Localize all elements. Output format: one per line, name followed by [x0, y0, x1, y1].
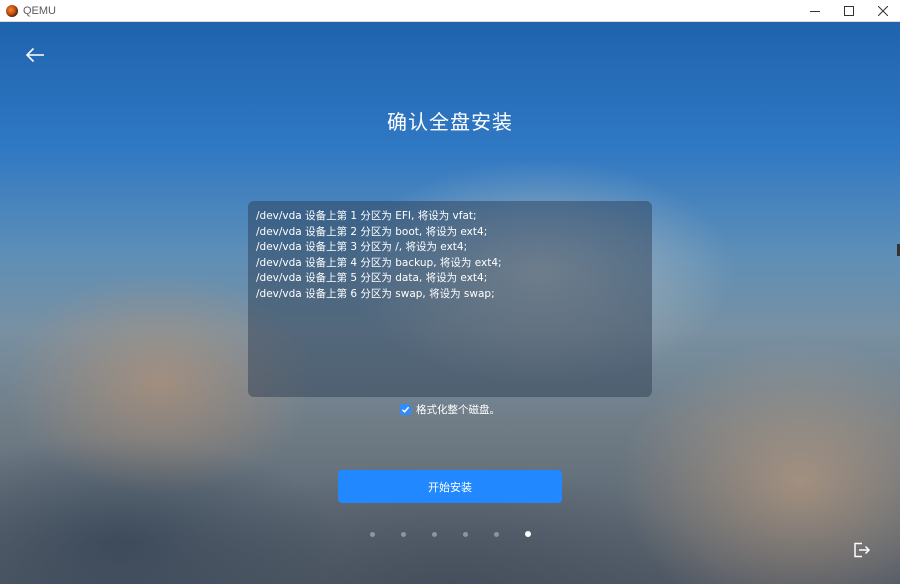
page-title: 确认全盘安装: [387, 110, 513, 134]
arrow-left-icon: [25, 47, 44, 63]
step-dot: [462, 531, 468, 537]
format-disk-label[interactable]: 格式化整个磁盘。: [416, 402, 500, 417]
window-controls: [798, 0, 900, 22]
partition-line: /dev/vda 设备上第 4 分区为 backup, 将设为 ext4;: [256, 256, 502, 269]
partition-line: /dev/vda 设备上第 6 分区为 swap, 将设为 swap;: [256, 287, 495, 300]
partition-line: /dev/vda 设备上第 2 分区为 boot, 将设为 ext4;: [256, 225, 488, 238]
installer-main: 确认全盘安装 /dev/vda 设备上第 1 分区为 EFI, 将设为 vfat…: [0, 22, 900, 584]
window-title: QEMU: [23, 4, 56, 17]
window-title-bar: QEMU: [0, 0, 900, 22]
exit-button[interactable]: [852, 541, 872, 559]
partition-line: /dev/vda 设备上第 5 分区为 data, 将设为 ext4;: [256, 272, 488, 285]
checkmark-icon: [401, 406, 410, 413]
minimize-button[interactable]: [798, 0, 832, 22]
close-icon: [878, 6, 888, 16]
qemu-app-icon: [6, 4, 18, 17]
start-install-button[interactable]: 开始安装: [338, 470, 562, 503]
partition-line: /dev/vda 设备上第 1 分区为 EFI, 将设为 vfat;: [256, 210, 477, 222]
minimize-icon: [810, 11, 820, 12]
back-button[interactable]: [24, 44, 46, 66]
step-indicator: [0, 531, 900, 537]
format-disk-checkbox[interactable]: [400, 404, 411, 415]
maximize-button[interactable]: [832, 0, 866, 22]
exit-icon: [854, 542, 871, 558]
step-dot: [431, 531, 437, 537]
format-disk-option: 格式化整个磁盘。: [0, 402, 900, 417]
close-button[interactable]: [866, 0, 900, 22]
maximize-icon: [844, 6, 854, 16]
partition-summary-box: /dev/vda 设备上第 1 分区为 EFI, 将设为 vfat; /dev/…: [248, 201, 652, 397]
partition-line: /dev/vda 设备上第 3 分区为 /, 将设为 ext4;: [256, 241, 468, 254]
step-dot: [400, 531, 406, 537]
step-dot-active: [524, 531, 531, 537]
step-dot: [369, 531, 375, 537]
step-dot: [493, 531, 499, 537]
